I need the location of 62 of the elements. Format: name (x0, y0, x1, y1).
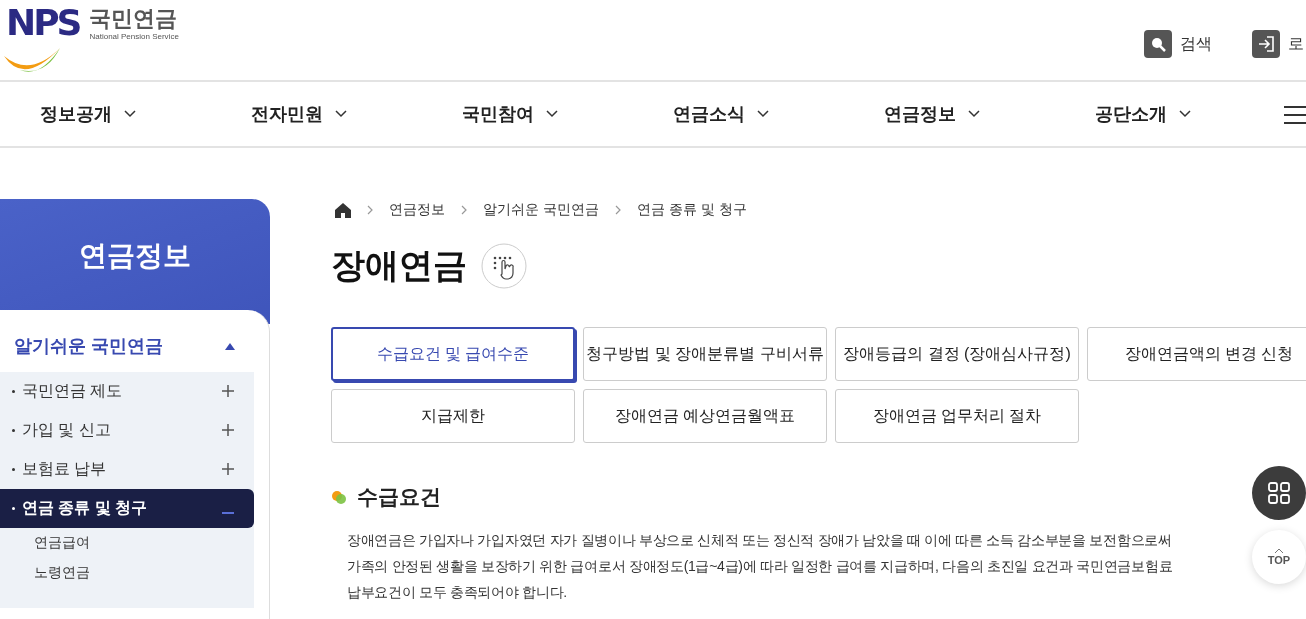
content-tab[interactable]: 지급제한 (331, 389, 575, 443)
login-icon (1252, 30, 1280, 58)
logo-mark: NPS (6, 2, 80, 44)
top-button[interactable]: TOP (1252, 530, 1306, 584)
nav-menu-item[interactable]: 연금소식 (673, 102, 884, 126)
chevron-down-icon (335, 110, 347, 118)
sidebar-section-title[interactable]: 알기쉬운 국민연금 (0, 324, 269, 372)
chevron-down-icon (968, 110, 980, 118)
nav-menu-item[interactable]: 공단소개 (1095, 102, 1306, 126)
search-icon (1144, 30, 1172, 58)
sidebar-item[interactable]: 가입 및 신고 (0, 411, 254, 450)
caret-up-icon (1274, 548, 1284, 554)
expand-icon (222, 462, 234, 475)
search-label: 검색 (1180, 33, 1212, 54)
menu-icon[interactable] (1284, 106, 1306, 124)
page-title: 장애연금 (331, 245, 467, 286)
bullet-icon (12, 390, 15, 393)
section-heading: 수급요건 (357, 484, 441, 510)
content-tab[interactable]: 수급요건 및 급여수준 (331, 327, 575, 381)
grid-icon (1267, 481, 1291, 505)
chevron-down-icon (757, 110, 769, 118)
bullet-icon (12, 468, 15, 471)
nav-menu-item[interactable]: 전자민원 (251, 102, 462, 126)
sidebar-item[interactable]: 국민연금 제도 (0, 372, 254, 411)
chevron-down-icon (546, 110, 558, 118)
logo-name: 국민연금 (89, 6, 179, 32)
content-tab[interactable]: 장애연금액의 변경 신청 (1087, 327, 1306, 381)
sidebar-item[interactable]: 연금 종류 및 청구 (0, 489, 254, 528)
bullet-icon (12, 507, 15, 510)
chevron-right-icon (614, 205, 621, 215)
login-label: 로 (1288, 33, 1304, 54)
pointer-hand-icon[interactable] (481, 243, 527, 289)
description-paragraph: 장애연금은 가입자나 가입자였던 자가 질병이나 부상으로 신체적 또는 정신적 장애가 남았을 때 이에 따른 소득 감소부분을 보전함으로써 가족의 안정된 생활을 보장하기 위한 급여로서 장애정도(1급~4급)에 따라 일정한 급여를 지급하며, 다음의 초진일 요건과 국민연금보험료 납부요건이 모두 충족되어야 합니다. (347, 531, 1173, 602)
nav-menu-item[interactable]: 국민참여 (462, 102, 673, 126)
login-link[interactable]: 로 (1252, 30, 1304, 58)
expand-icon (222, 384, 234, 397)
expand-icon (222, 423, 234, 436)
sidebar-item[interactable]: 보험료 납부 (0, 450, 254, 489)
breadcrumb-link[interactable]: 연금정보 (389, 201, 445, 219)
chevron-right-icon (367, 205, 373, 215)
breadcrumb-link[interactable]: 연금 종류 및 청구 (636, 201, 747, 219)
collapse-icon (222, 511, 234, 514)
content-tab[interactable]: 장애연금 예상연금월액표 (583, 389, 827, 443)
bullet-icon (331, 489, 347, 505)
breadcrumb-link[interactable]: 알기쉬운 국민연금 (483, 201, 599, 219)
sidebar-subitem[interactable]: 연금급여 (0, 528, 254, 558)
logo-swoosh-icon (4, 46, 60, 74)
chevron-down-icon (1179, 110, 1191, 118)
content-tab[interactable]: 청구방법 및 장애분류별 구비서류 (583, 327, 827, 381)
content-tab[interactable]: 장애연금 업무처리 절차 (835, 389, 1079, 443)
search-link[interactable]: 검색 (1144, 30, 1212, 58)
nav-menu-item[interactable]: 연금정보 (884, 102, 1095, 126)
logo-tagline: National Pension Service (89, 32, 179, 41)
content-tab[interactable]: 장애등급의 결정 (장애심사규정) (835, 327, 1079, 381)
sidebar-subitem[interactable]: 노령연금 (0, 558, 254, 588)
home-icon[interactable] (335, 202, 351, 218)
quick-menu-button[interactable] (1252, 466, 1306, 520)
chevron-down-icon (124, 110, 136, 118)
caret-up-icon (225, 342, 235, 350)
bullet-icon (12, 429, 15, 432)
chevron-right-icon (461, 205, 467, 215)
nav-menu-item[interactable]: 정보공개 (40, 102, 251, 126)
